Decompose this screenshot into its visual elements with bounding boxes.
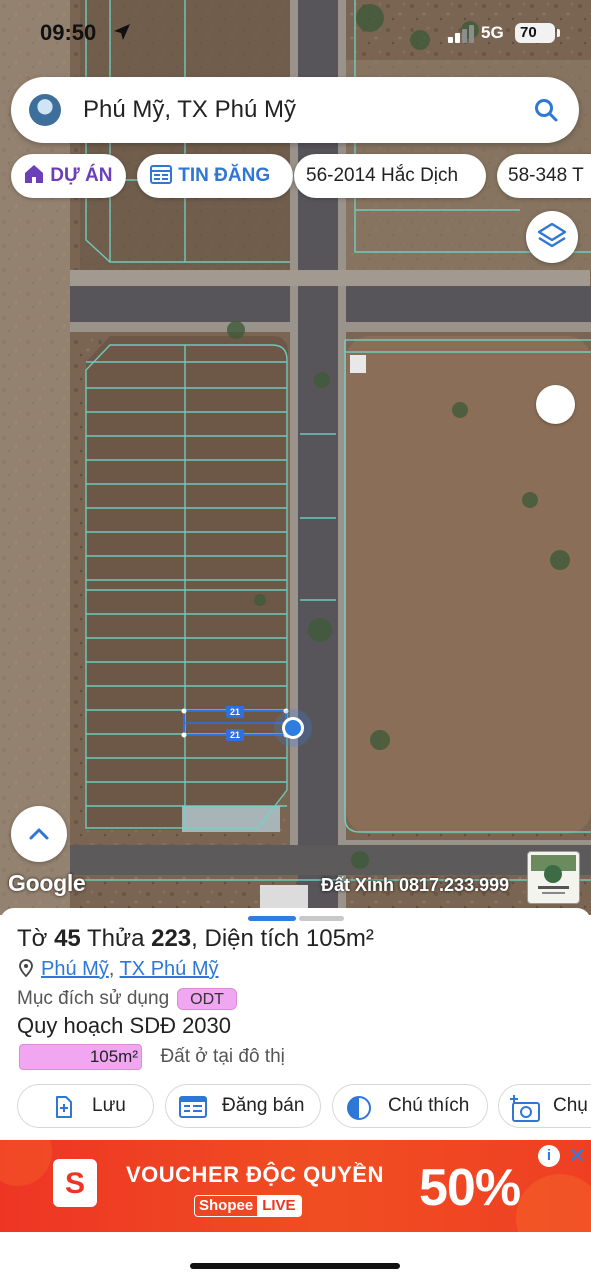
- layers-icon: [537, 222, 567, 248]
- search-icon[interactable]: [533, 97, 559, 123]
- parcel-info-sheet[interactable]: Tờ 45 Thửa 223, Diện tích 105m² Phú Mỹ, …: [0, 908, 591, 1140]
- area-label: Diện tích: [204, 925, 300, 952]
- capture-button-label: Chụ: [553, 1095, 588, 1116]
- map-control-button[interactable]: [536, 385, 575, 424]
- parcel-address: Phú Mỹ, TX Phú Mỹ: [17, 958, 219, 981]
- land-use-label: Mục đích sử dụng: [17, 988, 170, 1009]
- network-type: 5G: [481, 23, 504, 42]
- live-label: LIVE: [257, 1196, 301, 1216]
- map-watermark: Đất Xinh 0817.233.999: [321, 875, 510, 895]
- search-bar[interactable]: Phú Mỹ, TX Phú Mỹ: [11, 77, 579, 143]
- layers-button[interactable]: [526, 211, 578, 263]
- sheet-page-indicator[interactable]: [299, 916, 344, 921]
- town-link[interactable]: TX Phú Mỹ: [120, 958, 219, 980]
- plan-area-bar: 105m²: [19, 1044, 142, 1070]
- calendar-icon: [150, 164, 172, 184]
- house-icon: [25, 164, 43, 183]
- chip-tin-dang[interactable]: TIN ĐĂNG: [137, 154, 293, 198]
- chevron-up-icon: [29, 828, 49, 840]
- ad-discount: 50%: [419, 1159, 521, 1217]
- plot-number: 223: [151, 925, 192, 952]
- camera-plus-icon: [510, 1095, 540, 1122]
- capture-button[interactable]: Chụ: [498, 1084, 591, 1128]
- half-circle-icon: [347, 1096, 371, 1120]
- address-separator: ,: [108, 958, 115, 980]
- sheet-number: 45: [54, 925, 81, 952]
- info-icon[interactable]: i: [538, 1145, 560, 1167]
- signal-icon: [448, 25, 474, 43]
- plot-label: Thửa: [87, 925, 145, 952]
- legend-button-label: Chú thích: [388, 1095, 470, 1116]
- save-button[interactable]: Lưu: [17, 1084, 154, 1128]
- home-indicator[interactable]: [190, 1263, 400, 1269]
- chip-du-an[interactable]: DỰ ÁN: [11, 154, 126, 198]
- home-area: [0, 1232, 591, 1280]
- save-button-label: Lưu: [92, 1095, 126, 1116]
- list-form-icon: [179, 1096, 207, 1118]
- ad-banner[interactable]: S VOUCHER ĐỘC QUYỀN Shopee LIVE 50% i ✕: [0, 1140, 591, 1232]
- plot-dimension-label: 21: [226, 706, 244, 718]
- plan-area-row: 105m² Đất ở tại đô thị: [19, 1044, 285, 1070]
- sheet-label: Tờ: [17, 925, 48, 952]
- sheet-page-indicator-active[interactable]: [248, 916, 296, 921]
- logo-icon: [531, 855, 576, 894]
- location-thumbnail: [29, 94, 61, 126]
- area-value: 105m²: [305, 925, 374, 952]
- post-for-sale-button[interactable]: Đăng bán: [165, 1084, 321, 1128]
- add-file-icon: [56, 1096, 72, 1118]
- ad-title: VOUCHER ĐỘC QUYỀN: [126, 1162, 384, 1187]
- shopee-label: Shopee: [199, 1197, 254, 1214]
- watermark-logo[interactable]: [527, 851, 580, 904]
- parcel-title: Tờ 45 Thửa 223, Diện tích 105m²: [17, 925, 374, 952]
- ward-link[interactable]: Phú Mỹ: [41, 958, 109, 980]
- shopee-live-badge: Shopee LIVE: [194, 1195, 302, 1217]
- plan-title: Quy hoạch SDĐ 2030: [17, 1013, 232, 1038]
- search-input[interactable]: Phú Mỹ, TX Phú Mỹ: [83, 96, 296, 124]
- plan-area-description: Đất ở tại đô thị: [160, 1046, 285, 1067]
- land-use-row: Mục đích sử dụng ODT: [17, 988, 237, 1010]
- google-attribution: Google: [8, 870, 86, 896]
- chip-recent-plot[interactable]: 58-348 T: [497, 154, 591, 198]
- current-location-marker[interactable]: [282, 717, 304, 739]
- chip-recent-plot[interactable]: 56-2014 Hắc Dịch: [294, 154, 486, 198]
- expand-sheet-button[interactable]: [11, 806, 67, 862]
- chip-du-an-label: DỰ ÁN: [50, 165, 113, 186]
- filter-chips: DỰ ÁN TIN ĐĂNG 56-2014 Hắc Dịch 58-348 T: [11, 154, 591, 200]
- action-buttons: Lưu Đăng bán Chú thích Chụ: [17, 1084, 591, 1130]
- plot-dimension-label: 21: [226, 729, 244, 741]
- chip-tin-dang-label: TIN ĐĂNG: [178, 165, 271, 186]
- location-arrow-icon: [114, 24, 130, 40]
- status-bar: 09:50 5G 70: [0, 0, 591, 64]
- map-view[interactable]: 21 21 09:50 5G 70 Phú Mỹ, TX Phú Mỹ DỰ Á…: [0, 0, 591, 915]
- status-time: 09:50: [40, 20, 97, 45]
- close-icon[interactable]: ✕: [566, 1145, 588, 1167]
- legend-button[interactable]: Chú thích: [332, 1084, 488, 1128]
- post-for-sale-label: Đăng bán: [222, 1095, 305, 1116]
- land-use-badge[interactable]: ODT: [177, 988, 237, 1010]
- battery-indicator: 70: [515, 23, 560, 43]
- shopee-bag-letter: S: [64, 1167, 85, 1200]
- pin-icon: [19, 959, 33, 977]
